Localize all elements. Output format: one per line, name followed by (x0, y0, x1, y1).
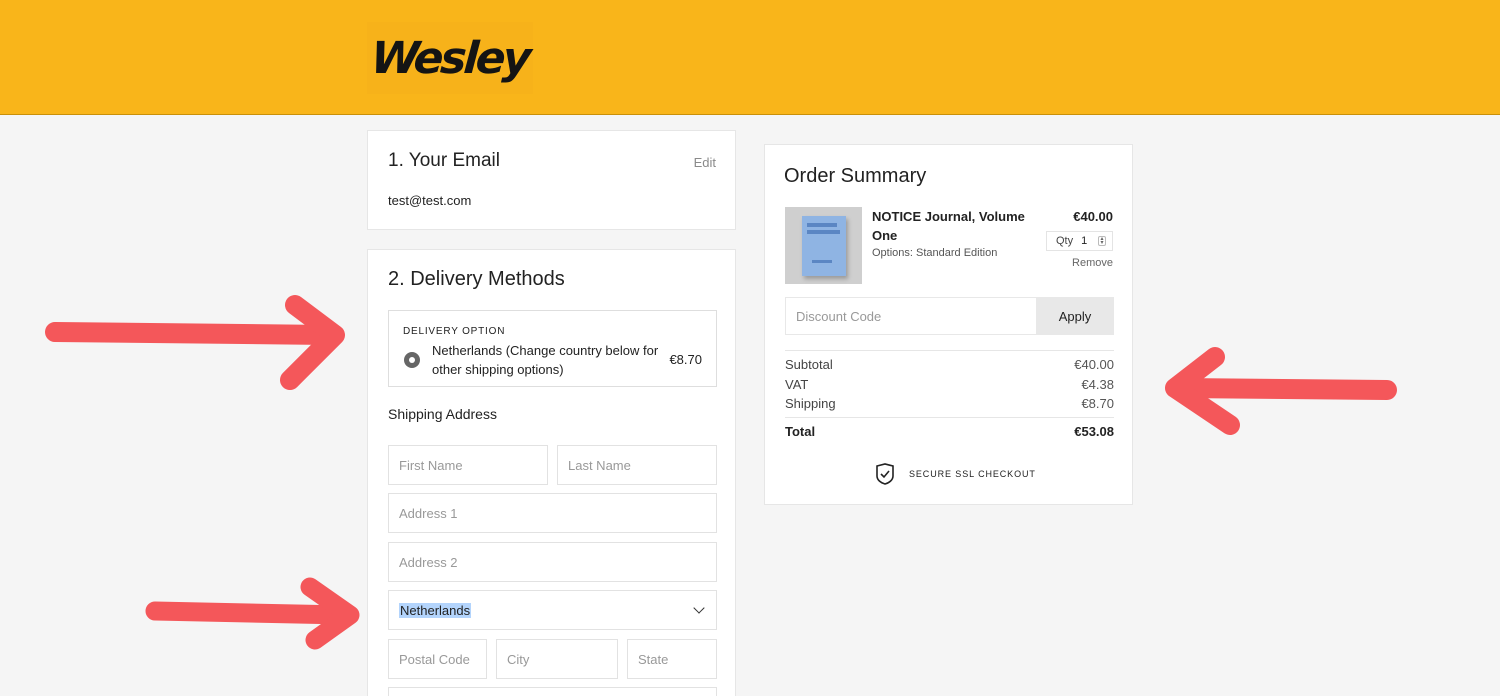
discount-code-input[interactable]: Discount Code (785, 297, 1037, 335)
delivery-option-label: DELIVERY OPTION (403, 326, 506, 337)
country-select-value: Netherlands (399, 602, 472, 618)
delivery-option-price: €8.70 (669, 352, 702, 367)
edit-email-link[interactable]: Edit (694, 155, 716, 170)
delivery-section-title: 2. Delivery Methods (388, 268, 565, 290)
shipping-address-title: Shipping Address (388, 406, 497, 422)
vat-label: VAT (785, 377, 809, 392)
shipping-label: Shipping (785, 396, 836, 411)
secure-checkout-badge: SECURE SSL CHECKOUT (875, 463, 1036, 485)
subtotal-label: Subtotal (785, 357, 833, 372)
subtotal-row: Subtotal €40.00 (785, 357, 1114, 372)
annotation-arrow-right-icon (45, 295, 345, 390)
postal-code-field[interactable]: Postal Code (388, 639, 487, 679)
secure-checkout-label: SECURE SSL CHECKOUT (909, 469, 1036, 479)
email-section-title: 1. Your Email (388, 150, 500, 171)
total-label: Total (785, 424, 816, 439)
shipping-value: €8.70 (1081, 396, 1114, 411)
apply-discount-button[interactable]: Apply (1036, 297, 1114, 335)
vat-value: €4.38 (1081, 377, 1114, 392)
order-summary-title: Order Summary (784, 165, 927, 187)
spinner-icon[interactable]: ▴ ▾ (1098, 236, 1106, 246)
delivery-option-box[interactable]: DELIVERY OPTION Netherlands (Change coun… (388, 310, 717, 387)
delivery-option-radio[interactable] (404, 352, 420, 368)
qty-label: Qty (1056, 235, 1074, 247)
qty-value[interactable]: 1 (1081, 235, 1087, 247)
logo-text: Wesley (369, 32, 531, 84)
email-section: 1. Your Email Edit test@test.com (367, 130, 736, 230)
shield-check-icon (876, 463, 894, 485)
last-name-field[interactable]: Last Name (557, 445, 717, 485)
book-cover-image (801, 215, 846, 276)
divider (785, 350, 1114, 351)
chevron-down-icon (693, 602, 705, 614)
annotation-arrow-right-icon (145, 577, 360, 650)
email-value: test@test.com (388, 193, 472, 208)
address2-field[interactable]: Address 2 (388, 542, 717, 582)
quantity-stepper[interactable]: Qty 1 ▴ ▾ (1046, 231, 1113, 251)
vat-row: VAT €4.38 (785, 377, 1114, 392)
product-options: Options: Standard Edition (872, 247, 998, 259)
total-row: Total €53.08 (785, 424, 1114, 439)
next-field[interactable] (388, 687, 717, 696)
city-field[interactable]: City (496, 639, 618, 679)
state-field[interactable]: State (627, 639, 717, 679)
remove-item-link[interactable]: Remove (1072, 257, 1113, 269)
country-select[interactable]: Netherlands (388, 590, 717, 630)
delivery-section: 2. Delivery Methods DELIVERY OPTION Neth… (367, 249, 736, 696)
annotation-arrow-left-icon (1165, 347, 1397, 435)
site-header: Wesley (0, 0, 1500, 115)
address1-field[interactable]: Address 1 (388, 493, 717, 533)
first-name-field[interactable]: First Name (388, 445, 548, 485)
delivery-option-text: Netherlands (Change country below for ot… (432, 343, 659, 377)
total-value: €53.08 (1074, 424, 1114, 439)
shipping-row: Shipping €8.70 (785, 396, 1114, 411)
subtotal-value: €40.00 (1074, 357, 1114, 372)
product-price: €40.00 (1073, 209, 1113, 224)
order-summary: Order Summary NOTICE Journal, Volume One… (764, 144, 1133, 505)
logo[interactable]: Wesley (367, 22, 533, 94)
product-thumbnail (785, 207, 862, 284)
divider (785, 417, 1114, 418)
product-name: NOTICE Journal, Volume One (872, 209, 1025, 243)
